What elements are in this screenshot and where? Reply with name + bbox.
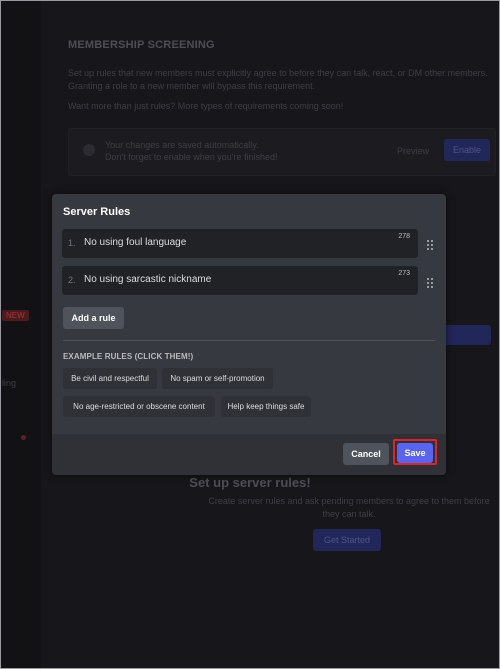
modal-footer: Cancel Save bbox=[52, 434, 446, 475]
sidebar-partial-item[interactable]: ling bbox=[2, 378, 16, 388]
membership-screening-description: Set up rules that new members must expli… bbox=[68, 68, 488, 91]
info-icon bbox=[83, 144, 95, 156]
example-rule-chip[interactable]: No age-restricted or obscene content bbox=[63, 396, 215, 417]
server-rules-modal: Server Rules 1. No using foul language 2… bbox=[52, 194, 446, 475]
character-count: 278 bbox=[398, 233, 410, 240]
get-started-button[interactable]: Get Started bbox=[313, 529, 381, 551]
notification-dot bbox=[21, 435, 26, 440]
save-button[interactable]: Save bbox=[397, 443, 433, 463]
rule-text[interactable]: No using sarcastic nickname bbox=[84, 274, 211, 285]
setup-rules-description: Create server rules and ask pending memb… bbox=[208, 496, 490, 519]
enable-button[interactable]: Enable bbox=[444, 139, 490, 161]
drag-handle-icon[interactable] bbox=[427, 240, 433, 250]
example-rule-chip[interactable]: Be civil and respectful bbox=[63, 368, 157, 389]
rule-text[interactable]: No using foul language bbox=[84, 237, 186, 248]
new-badge: NEW bbox=[2, 310, 29, 321]
cancel-button[interactable]: Cancel bbox=[343, 443, 389, 465]
character-count: 273 bbox=[398, 270, 410, 277]
modal-title: Server Rules bbox=[63, 206, 131, 218]
rule-number: 2. bbox=[68, 275, 76, 285]
background-blue-button[interactable] bbox=[441, 325, 491, 345]
more-requirements-text: Want more than just rules? More types of… bbox=[68, 101, 344, 111]
background-sidebar bbox=[1, 1, 41, 668]
rule-input-2[interactable]: 2. No using sarcastic nickname 273 bbox=[62, 266, 418, 295]
autosave-line-2: Don't forget to enable when you're finis… bbox=[105, 152, 278, 162]
autosave-line-1: Your changes are saved automatically. bbox=[105, 140, 259, 150]
setup-rules-title: Set up server rules! bbox=[189, 475, 311, 490]
drag-handle-icon[interactable] bbox=[427, 278, 433, 288]
example-rules-label: EXAMPLE RULES (CLICK THEM!) bbox=[63, 352, 194, 361]
divider bbox=[63, 340, 435, 341]
example-rule-chip[interactable]: No spam or self-promotion bbox=[162, 368, 273, 389]
preview-button[interactable]: Preview bbox=[397, 146, 429, 156]
autosave-banner: Your changes are saved automatically. Do… bbox=[68, 128, 496, 176]
add-rule-button[interactable]: Add a rule bbox=[63, 307, 124, 329]
membership-screening-title: MEMBERSHIP SCREENING bbox=[68, 39, 215, 51]
example-rule-chip[interactable]: Help keep things safe bbox=[221, 396, 311, 417]
rule-input-1[interactable]: 1. No using foul language 278 bbox=[62, 229, 418, 258]
rule-number: 1. bbox=[68, 238, 76, 248]
